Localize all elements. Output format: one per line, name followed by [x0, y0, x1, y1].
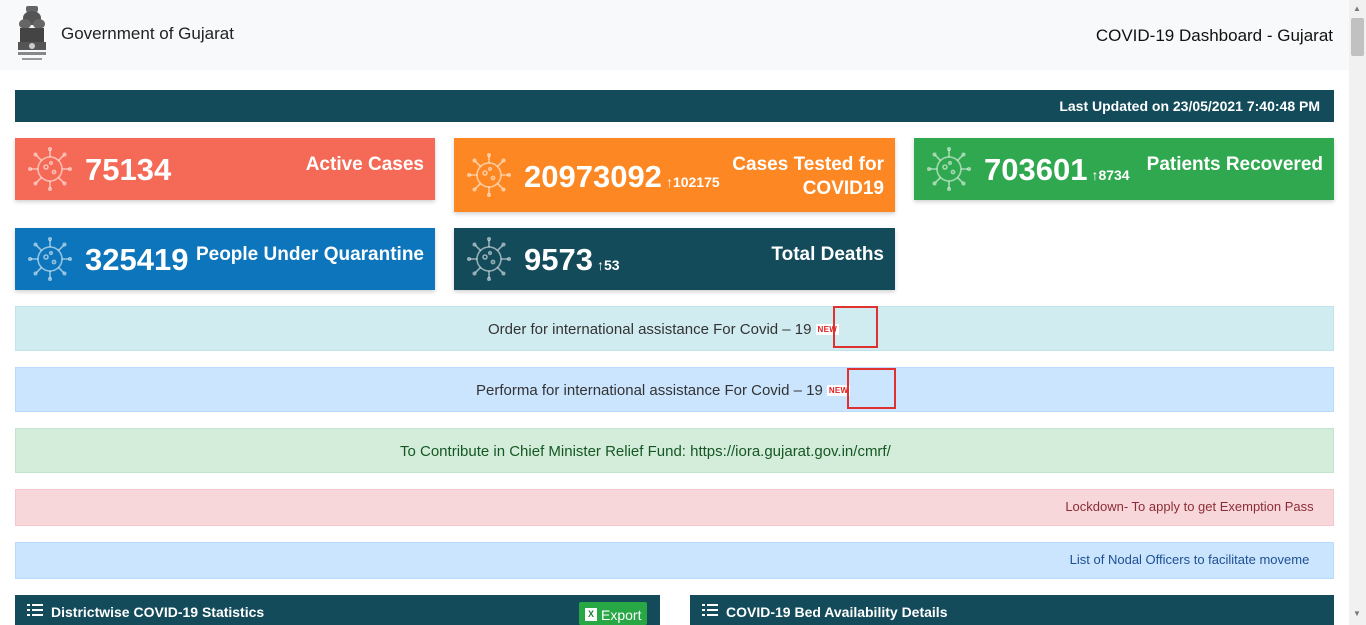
export-label: Export	[601, 607, 642, 623]
last-updated-text: Last Updated on 23/05/2021 7:40:48 PM	[1059, 98, 1320, 114]
list-icon	[27, 604, 43, 616]
page-scrollbar[interactable]	[1349, 0, 1366, 625]
people-quarantine-card: 325419 People Under Quarantine	[15, 228, 435, 290]
active-cases-label: Active Cases	[305, 154, 424, 175]
districtwise-statistics-header: Districtwise COVID-19 Statistics	[15, 595, 660, 625]
arrow-up-icon: ↑	[596, 257, 604, 273]
dashboard-title: COVID-19 Dashboard - Gujarat	[1095, 26, 1333, 45]
districtwise-statistics-title: Districtwise COVID-19 Statistics	[51, 604, 265, 620]
scrollbar-thumb[interactable]	[1351, 18, 1364, 56]
new-badge-highlight	[833, 306, 878, 348]
excel-icon: X	[585, 608, 597, 621]
order-assistance-link[interactable]: Order for international assistance For C…	[488, 321, 840, 338]
export-button[interactable]: X Export	[579, 602, 647, 625]
cases-tested-card: 20973092 ↑102175 Cases Tested for COVID19	[454, 138, 895, 212]
people-quarantine-label: People Under Quarantine	[195, 244, 424, 265]
cmrf-link[interactable]: To Contribute in Chief Minister Relief F…	[400, 443, 891, 460]
total-deaths-label: Total Deaths	[771, 244, 884, 265]
patients-recovered-card: 703601 ↑8734 Patients Recovered	[914, 138, 1334, 200]
virus-icon	[28, 237, 72, 281]
patients-recovered-label: Patients Recovered	[1146, 154, 1323, 175]
virus-icon	[28, 147, 72, 191]
bed-availability-title: COVID-19 Bed Availability Details	[726, 604, 948, 620]
patients-recovered-count: 703601 ↑8734	[984, 152, 1130, 187]
patients-recovered-delta: ↑8734	[1091, 167, 1130, 183]
performa-assistance-link[interactable]: Performa for international assistance Fo…	[476, 382, 851, 399]
performa-assistance-alert[interactable]: Performa for international assistance Fo…	[15, 367, 1334, 412]
national-emblem-icon	[18, 6, 46, 60]
lockdown-marquee[interactable]: Lockdown- To apply to get Exemption Pass	[1056, 499, 1323, 514]
scroll-down-arrow-icon[interactable]: ▼	[1353, 609, 1361, 618]
cases-tested-delta: ↑102175	[665, 174, 720, 190]
cases-tested-label: Cases Tested for COVID19	[732, 154, 884, 199]
active-cases-count: 75134	[85, 152, 172, 187]
virus-icon	[927, 147, 971, 191]
last-updated-bar: Last Updated on 23/05/2021 7:40:48 PM	[15, 90, 1334, 122]
list-icon	[702, 604, 718, 616]
nodal-officers-alert[interactable]: List of Nodal Officers to facilitate mov…	[15, 542, 1334, 579]
nodal-officers-marquee[interactable]: List of Nodal Officers to facilitate mov…	[1056, 552, 1323, 567]
total-deaths-count: 9573 ↑53	[524, 242, 620, 277]
lockdown-alert[interactable]: Lockdown- To apply to get Exemption Pass	[15, 489, 1334, 526]
virus-icon	[467, 237, 511, 281]
cases-tested-count: 20973092 ↑102175	[524, 159, 720, 194]
order-assistance-alert[interactable]: Order for international assistance For C…	[15, 306, 1334, 351]
scroll-up-arrow-icon[interactable]: ▲	[1353, 4, 1361, 13]
bed-availability-header: COVID-19 Bed Availability Details	[690, 595, 1334, 625]
virus-icon	[467, 153, 511, 197]
top-header: Government of Gujarat COVID-19 Dashboard…	[0, 0, 1349, 70]
people-quarantine-count: 325419	[85, 242, 189, 277]
arrow-up-icon: ↑	[665, 174, 673, 190]
government-title[interactable]: Government of Gujarat	[61, 24, 234, 44]
cmrf-alert[interactable]: To Contribute in Chief Minister Relief F…	[15, 428, 1334, 473]
active-cases-card: 75134 Active Cases	[15, 138, 435, 200]
total-deaths-card: 9573 ↑53 Total Deaths	[454, 228, 895, 290]
new-badge-highlight	[847, 368, 896, 409]
total-deaths-delta: ↑53	[596, 257, 620, 273]
